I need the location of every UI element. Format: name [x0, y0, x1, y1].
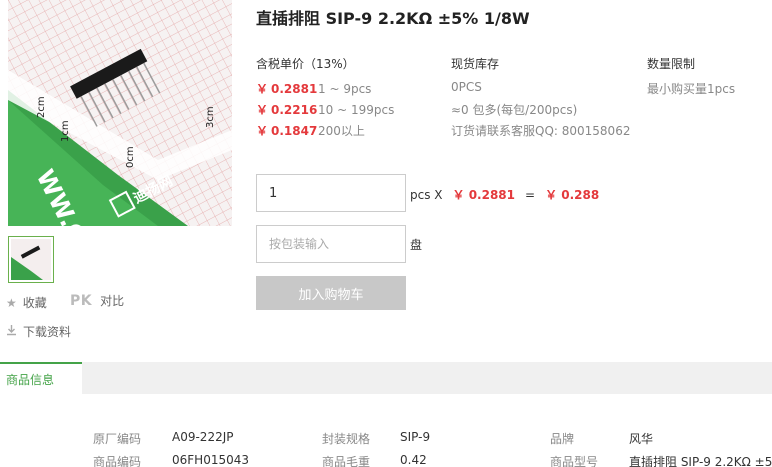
equals-sign: =	[525, 187, 536, 202]
package-unit: 盘	[410, 238, 423, 252]
stock-header: 现货库存	[451, 57, 500, 71]
tier-range: 10 ~ 199pcs	[318, 102, 395, 117]
quantity-input[interactable]	[256, 174, 406, 212]
download-icon	[6, 324, 17, 339]
download-action[interactable]: 下载资料	[6, 323, 71, 340]
product-title: 直插排阻 SIP-9 2.2KΩ ±5% 1/8W	[256, 9, 530, 28]
favorite-action[interactable]: ★ 收藏	[6, 294, 47, 311]
ruler-mark-2cm: 2cm	[36, 96, 47, 118]
qty-unit: pcs X	[410, 187, 443, 202]
price-tier: ￥ 0.2881 1 ~ 9pcs	[256, 80, 371, 97]
ruler-mark-1cm: 1cm	[60, 120, 71, 142]
tier-range: 1 ~ 9pcs	[318, 81, 372, 96]
spec-key: 商品毛重	[322, 455, 371, 467]
spec-value: 直插排阻 SIP-9 2.2KΩ ±5...	[629, 455, 772, 467]
spec-value: 06FH015043	[172, 453, 250, 467]
product-main-image: 3cm 2cm 1cm 0cm WW.COM 迪扬网	[8, 0, 232, 226]
spec-key: 原厂编码	[93, 432, 142, 446]
price-header: 含税单价（13%）	[256, 57, 355, 71]
limit-header: 数量限制	[647, 57, 696, 71]
stock-packages: ≈0 包多(每包/200pcs)	[451, 103, 578, 117]
package-quantity-input[interactable]	[256, 225, 406, 263]
tab-product-info[interactable]: 商品信息	[0, 362, 82, 394]
spec-key: 品牌	[550, 432, 575, 446]
tier-range: 200以上	[318, 124, 365, 138]
compare-label: 对比	[100, 294, 125, 308]
tier-price: ￥ 0.1847	[256, 124, 318, 138]
tier-price: ￥ 0.2881	[256, 82, 318, 96]
ruler-mark-0cm: 0cm	[125, 146, 136, 168]
product-thumbnail[interactable]	[8, 236, 54, 283]
stock-contact: 订货请联系客服QQ: 800158062	[451, 124, 631, 138]
total-price: ￥ 0.288	[545, 188, 600, 202]
spec-value: SIP-9	[400, 430, 431, 444]
spec-value: 风华	[629, 432, 654, 446]
add-to-cart-button[interactable]: 加入购物车	[256, 276, 406, 310]
info-tab-bar: 商品信息	[0, 362, 772, 394]
spec-key: 商品编码	[93, 455, 142, 467]
unit-price: ￥ 0.2881	[452, 188, 516, 202]
price-tier: ￥ 0.1847 200以上	[256, 122, 365, 139]
favorite-label: 收藏	[22, 296, 47, 310]
star-icon: ★	[6, 295, 17, 310]
product-photo: 3cm 2cm 1cm 0cm WW.COM 迪扬网	[8, 0, 232, 226]
price-calculation: pcs X ￥ 0.2881 = ￥ 0.288	[410, 186, 599, 203]
spec-value: 0.42	[400, 453, 427, 467]
pk-icon: PK	[70, 292, 93, 309]
spec-key: 商品型号	[550, 455, 599, 467]
tier-price: ￥ 0.2216	[256, 103, 318, 117]
compare-action[interactable]: PK 对比	[70, 292, 124, 309]
price-tier: ￥ 0.2216 10 ~ 199pcs	[256, 101, 394, 118]
thumbnail-photo	[11, 239, 51, 280]
spec-value: A09-222JP	[172, 430, 234, 444]
ruler-mark-3cm: 3cm	[205, 106, 216, 128]
min-purchase: 最小购买量1pcs	[647, 82, 736, 96]
stock-quantity: 0PCS	[451, 80, 482, 94]
spec-key: 封装规格	[322, 432, 371, 446]
download-label: 下载资料	[23, 325, 72, 339]
